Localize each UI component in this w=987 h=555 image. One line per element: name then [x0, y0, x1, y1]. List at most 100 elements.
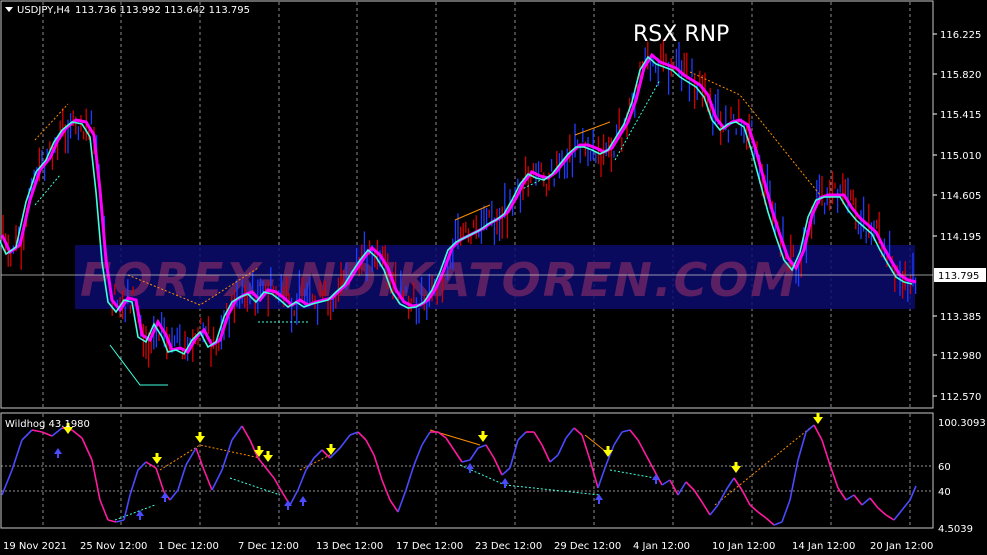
- indicator-segment: [123, 494, 131, 521]
- indicator-arrows: [54, 413, 823, 520]
- arrow-down-stem: [606, 446, 610, 451]
- mt4-chart-window[interactable]: FOREX-INDIKATOREN.COM USDJPY,H4 113.736 …: [0, 0, 987, 555]
- indicator-segment: [781, 499, 791, 523]
- indicator-segment: [765, 517, 775, 526]
- price-tick: 116.225: [940, 30, 981, 41]
- indicator-segment: [31, 429, 43, 433]
- indicator-segment: [885, 514, 895, 521]
- indicator-segment: [137, 461, 147, 471]
- indicator-segment: [701, 501, 711, 516]
- indicator-segment: [573, 427, 583, 436]
- indicator-segment: [155, 467, 165, 493]
- indicator-segment: [669, 479, 679, 496]
- arrow-down-stem: [266, 451, 270, 456]
- indicator-segment: [853, 494, 863, 506]
- arrow-down-stem: [198, 432, 202, 437]
- indicator-segment: [305, 457, 315, 471]
- indicator-segment: [757, 511, 767, 519]
- indicator-tick: 100.3093: [938, 418, 986, 429]
- indicator-segment: [901, 499, 911, 511]
- time-label: 17 Dec 12:00: [396, 541, 463, 552]
- arrow-up-stem: [57, 453, 59, 458]
- indicator-segment: [21, 429, 33, 441]
- arrow-down-stem: [734, 462, 738, 467]
- arrow-down-icon: [813, 417, 823, 424]
- indicator-segment: [421, 431, 431, 446]
- indicator-frame: [0, 412, 934, 529]
- indicator-segment: [405, 464, 415, 491]
- indicator-segment: [445, 437, 455, 451]
- indicator-segment: [549, 454, 559, 463]
- time-label: 10 Jan 12:00: [712, 541, 775, 552]
- indicator-segment: [877, 507, 887, 516]
- indicator-segment: [581, 434, 591, 461]
- indicator-segment: [221, 439, 233, 471]
- indicator-segment: [485, 444, 495, 459]
- price-tick: 115.415: [940, 110, 981, 121]
- indicator-segment: [541, 444, 551, 463]
- indicator-segment: [893, 509, 903, 521]
- indicator-segment: [373, 454, 383, 481]
- indicator-segment: [469, 447, 479, 461]
- indicator-segment: [81, 437, 93, 461]
- wildhog-line: [1, 424, 917, 526]
- price-tick: 113.385: [940, 312, 981, 323]
- indicator-tick: 40: [938, 487, 951, 498]
- projection-lines: [34, 71, 821, 386]
- indicator-segment: [437, 431, 447, 439]
- indicator-segment: [861, 497, 871, 506]
- arrow-down-stem: [329, 444, 333, 449]
- indicator-segment: [99, 499, 109, 521]
- time-label: 1 Dec 12:00: [158, 541, 219, 552]
- arrow-down-icon: [478, 435, 488, 442]
- arrow-up-stem: [287, 505, 289, 510]
- indicator-segment: [115, 519, 125, 523]
- indicator-tick: 4.5039: [938, 524, 973, 535]
- current-price-label: 113.795: [938, 271, 979, 282]
- indicator-segment: [71, 429, 83, 439]
- indicator-segment: [517, 431, 527, 441]
- indicator-segment: [805, 424, 815, 433]
- arrow-down-icon: [195, 436, 205, 443]
- overlay-title: RSX RNP: [633, 22, 729, 47]
- indicator-segment: [821, 439, 831, 466]
- time-label: 25 Nov 12:00: [80, 541, 147, 552]
- indicator-segment: [397, 489, 407, 513]
- indicator-segment: [145, 461, 157, 469]
- symbol-label: USDJPY,H4: [17, 5, 70, 16]
- indicator-segment: [621, 429, 631, 433]
- indicator-segment: [845, 494, 855, 501]
- time-label: 29 Dec 12:00: [554, 541, 621, 552]
- ohlc-label: 113.736 113.992 113.642 113.795: [75, 5, 250, 16]
- price-tick: 115.010: [940, 151, 981, 162]
- arrow-down-stem: [155, 453, 159, 458]
- indicator-segment: [597, 464, 607, 489]
- indicator-segment: [749, 504, 759, 513]
- indicator-segment: [265, 467, 275, 479]
- time-label: 20 Jan 12:00: [870, 541, 933, 552]
- arrow-down-icon: [152, 457, 162, 464]
- indicator-segment: [357, 431, 367, 441]
- indicator-segment: [677, 481, 687, 496]
- indicator-segment: [725, 477, 735, 491]
- indicator-segment: [477, 444, 487, 449]
- indicator-axis: 100.3093 60 40 4.5039: [938, 418, 986, 535]
- indicator-segment: [203, 469, 213, 491]
- indicator-tick: 60: [938, 462, 951, 473]
- price-tick: 115.820: [940, 70, 981, 81]
- arrow-down-icon: [603, 450, 613, 457]
- indicator-segment: [773, 521, 783, 526]
- indicator-segment: [339, 434, 351, 449]
- indicator-segment: [501, 467, 511, 476]
- indicator-segment: [837, 487, 847, 501]
- indicator-segment: [661, 479, 671, 486]
- indicator-segment: [365, 439, 375, 456]
- triangle-down-icon[interactable]: [5, 7, 13, 12]
- indicator-segment: [685, 481, 695, 491]
- time-label: 13 Dec 12:00: [316, 541, 383, 552]
- indicator-segment: [413, 444, 423, 466]
- arrow-down-stem: [257, 446, 261, 451]
- indicator-segment: [11, 439, 23, 471]
- price-axis: 116.225 115.820 115.415 115.010 114.605 …: [933, 30, 981, 403]
- indicator-segment: [741, 489, 751, 506]
